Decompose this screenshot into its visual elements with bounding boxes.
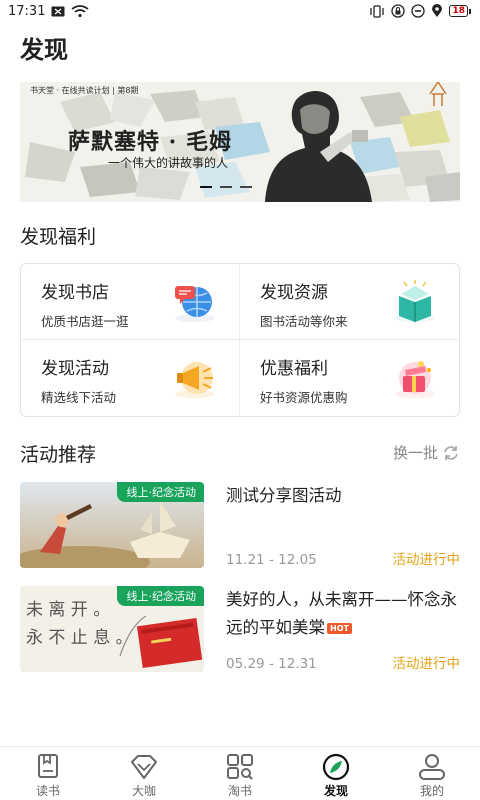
person-icon — [419, 754, 445, 780]
open-book-icon — [395, 280, 435, 322]
banner-dot — [240, 186, 252, 188]
minus-circle-icon — [411, 4, 426, 18]
banner-series-label: 书天堂 · 在线共读计划 | 第8期 — [30, 86, 139, 95]
diamond-icon — [131, 755, 157, 779]
location-icon — [432, 4, 443, 17]
battery-indicator: 18 — [449, 5, 471, 17]
activity-title: 美好的人，从未离开——怀念永远的平如美棠 HOT — [226, 586, 460, 642]
gift-box-icon — [395, 361, 435, 398]
activity-thumbnail: 未 离 开 。 永 不 止 息 。 线上·纪念活动 — [20, 586, 204, 672]
grid-search-icon — [227, 754, 253, 780]
nav-item-read[interactable]: 读书 — [0, 747, 96, 800]
banner-title: 萨默塞特 · 毛姆 — [68, 129, 232, 155]
activity-card[interactable]: 未 离 开 。 永 不 止 息 。 线上·纪念活动 美好的人，从未离开——怀念永… — [20, 586, 460, 674]
nav-label: 大咖 — [131, 784, 156, 798]
banner-pagination — [200, 186, 252, 188]
refresh-icon — [444, 445, 458, 460]
vibrate-icon — [370, 4, 385, 18]
banner-subtitle: 一个伟大的讲故事的人 — [108, 156, 229, 170]
activity-section-title: 活动推荐 — [20, 444, 97, 466]
banner-dot — [220, 186, 232, 188]
status-bar: 17:31 18 — [0, 0, 480, 22]
globe-chat-icon — [175, 286, 215, 322]
welfare-bookstore[interactable]: 发现书店 优质书店逛一逛 — [21, 264, 240, 340]
thumbnail-text: 永 不 止 息 。 — [26, 628, 133, 648]
activity-tag: 线上·纪念活动 — [116, 586, 204, 606]
activity-tag: 线上·纪念活动 — [116, 482, 204, 502]
nav-item-profile[interactable]: 我的 — [384, 747, 480, 800]
welfare-grid: 发现书店 优质书店逛一逛 发现资源 图书活动等你来 发现活动 精选线下活动 优惠… — [20, 263, 460, 417]
activity-card[interactable]: 线上·纪念活动 测试分享图活动 11.21 - 12.05 活动进行中 — [20, 482, 460, 570]
activity-thumbnail: 线上·纪念活动 — [20, 482, 204, 568]
nav-label: 我的 — [419, 784, 444, 798]
activity-title: 测试分享图活动 — [226, 486, 342, 505]
nav-item-experts[interactable]: 大咖 — [96, 747, 192, 800]
wifi-icon — [71, 4, 89, 17]
nav-label: 淘书 — [227, 784, 252, 798]
page-title: 发现 — [20, 36, 68, 64]
swap-batch-button[interactable]: 换一批 — [393, 442, 460, 463]
message-icon — [51, 6, 65, 16]
promo-banner[interactable]: 书天堂 · 在线共读计划 | 第8期 萨默塞特 · 毛姆 一个伟大的讲故事的人 — [20, 82, 460, 202]
welfare-section-title: 发现福利 — [20, 226, 97, 248]
hot-badge: HOT — [327, 623, 352, 634]
activity-status: 活动进行中 — [392, 656, 461, 672]
nav-label: 读书 — [35, 784, 60, 798]
activity-date: 11.21 - 12.05 — [226, 552, 317, 568]
swap-batch-label: 换一批 — [392, 444, 438, 462]
megaphone-icon — [175, 362, 215, 398]
nav-item-discover[interactable]: 发现 — [288, 747, 384, 800]
bottom-nav: 读书 大咖 淘书 发现 我的 — [0, 746, 480, 800]
activity-date: 05.29 - 12.31 — [226, 656, 317, 672]
status-time: 17:31 — [8, 3, 46, 19]
activity-status: 活动进行中 — [392, 552, 461, 568]
book-icon — [38, 754, 58, 778]
welfare-resources[interactable]: 发现资源 图书活动等你来 — [240, 264, 459, 340]
banner-dot — [200, 186, 212, 188]
welfare-activities[interactable]: 发现活动 精选线下活动 — [21, 340, 240, 416]
nav-item-shop[interactable]: 淘书 — [192, 747, 288, 800]
lock-icon — [391, 4, 406, 18]
compass-icon — [322, 753, 350, 781]
nav-label: 发现 — [323, 784, 348, 798]
welfare-discounts[interactable]: 优惠福利 好书资源优惠购 — [240, 340, 459, 416]
